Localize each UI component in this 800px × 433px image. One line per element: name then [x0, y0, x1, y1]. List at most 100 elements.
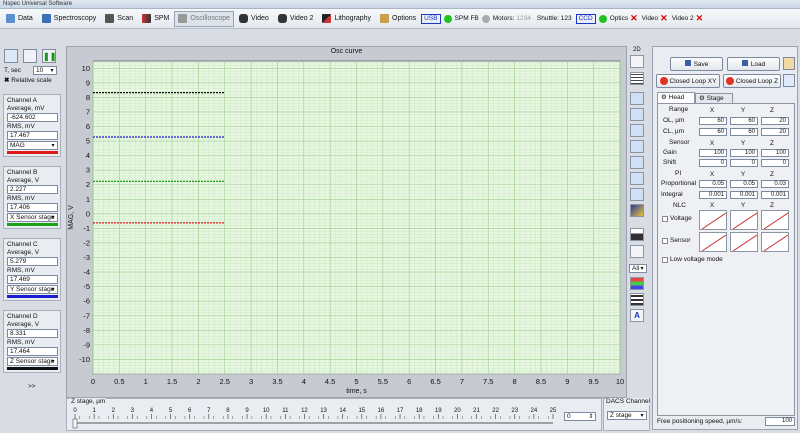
- sensor-z-curve[interactable]: [761, 232, 789, 252]
- options-button[interactable]: Options: [376, 11, 420, 27]
- average-value: 8.331: [7, 329, 58, 338]
- x-tick-label: 4: [302, 377, 306, 386]
- y-tick-label: 8: [86, 93, 90, 102]
- z-tick-label: 17: [397, 408, 404, 414]
- palette-tool-button[interactable]: [630, 277, 644, 290]
- z-tick-label: 4: [150, 408, 154, 414]
- ol-y-input[interactable]: 60: [730, 117, 758, 125]
- fit-y-tool-button[interactable]: [630, 172, 644, 185]
- cl-x-input[interactable]: 60: [699, 128, 727, 136]
- col-z-header: Z: [770, 107, 774, 114]
- cl-z-input[interactable]: 20: [761, 128, 789, 136]
- spm-icon: [142, 14, 152, 23]
- t-sec-select[interactable]: 10 ▾: [33, 66, 57, 75]
- settings-icon-button[interactable]: [783, 57, 795, 70]
- channel-source-select[interactable]: X Sensor stage ▾: [7, 213, 58, 222]
- proportional-y-input[interactable]: 0.05: [730, 180, 758, 188]
- sensor-section-label: Sensor: [669, 139, 690, 146]
- gain-y-input[interactable]: 100: [730, 149, 758, 157]
- proportional-z-input[interactable]: 0.03: [761, 180, 789, 188]
- integral-x-input[interactable]: 0.001: [699, 191, 727, 199]
- pan-tool-button[interactable]: [630, 140, 644, 153]
- y-tick-label: 2: [86, 180, 90, 189]
- pause-button[interactable]: ❚❚: [42, 49, 56, 63]
- ol-z-input[interactable]: 20: [761, 117, 789, 125]
- spectroscopy-icon: [41, 14, 51, 23]
- voltage-checkbox[interactable]: [662, 216, 668, 222]
- fit-x-tool-button[interactable]: [630, 156, 644, 169]
- z-tick-label: 5: [169, 408, 173, 414]
- tab-stage[interactable]: ⚙ Stage: [695, 93, 733, 103]
- osc-curve-chart[interactable]: 0 0.5 1 1.5 2 2.5 3 3.5 4 4.5 5 5.5 6 6.5 7 7.5 8 8.5 9 9.5…: [67, 57, 626, 397]
- channel-source-select[interactable]: Z Sensor stage ▾: [7, 357, 58, 366]
- spectroscopy-button[interactable]: Spectroscopy: [38, 11, 100, 27]
- save-button[interactable]: Save: [670, 57, 723, 71]
- closed-loop-z-button[interactable]: Closed Loop Z: [723, 74, 781, 88]
- sensor-checkbox[interactable]: [662, 238, 668, 244]
- video2-button[interactable]: Video 2: [274, 11, 318, 27]
- reset-zoom-button[interactable]: [630, 188, 644, 201]
- sensor-x-curve[interactable]: [699, 232, 727, 252]
- z-stage-spinbox[interactable]: 0 ⇕: [564, 412, 596, 421]
- gain-z-input[interactable]: 100: [761, 149, 789, 157]
- video-button[interactable]: Video: [235, 11, 273, 27]
- load-button[interactable]: Load: [727, 57, 780, 71]
- text-tool-button[interactable]: A: [630, 309, 644, 322]
- data-button[interactable]: Data: [2, 11, 37, 27]
- integral-z-input[interactable]: 0.001: [761, 191, 789, 199]
- oscilloscope-button[interactable]: Oscilloscope: [174, 10, 235, 27]
- expand-button[interactable]: >>: [28, 383, 36, 390]
- zoom-x-tool-button[interactable]: [630, 108, 644, 121]
- z-stage-slider[interactable]: 0 1 2 3 4 5 6 7 8 9 10 11 12 13 14 15 16 17 18 19 20 21 22 23 24…: [69, 405, 559, 431]
- closed-loop-xy-button[interactable]: Closed Loop XY: [656, 74, 720, 88]
- integral-y-input[interactable]: 0.001: [730, 191, 758, 199]
- channel-source-select[interactable]: Y Sensor stage ▾: [7, 285, 58, 294]
- shift-x-input[interactable]: 0: [699, 159, 727, 167]
- plot-title: Osc curve: [330, 48, 363, 55]
- channel-title: Channel D: [7, 313, 38, 320]
- shift-y-input[interactable]: 0: [730, 159, 758, 167]
- average-value: 5.279: [7, 257, 58, 266]
- grid-tool-button[interactable]: [630, 72, 644, 85]
- gain-x-input[interactable]: 100: [699, 149, 727, 157]
- free-speed-input[interactable]: 100: [765, 417, 795, 426]
- proportional-x-input[interactable]: 0.05: [699, 180, 727, 188]
- motors-value: 1234: [516, 15, 531, 22]
- channel-color-bar: [7, 367, 58, 370]
- channel-c-box: Channel C Average, V 5.279 RMS, mV 17.46…: [3, 238, 61, 301]
- voltage-y-curve[interactable]: [730, 210, 758, 230]
- line-tool-button[interactable]: [630, 55, 644, 68]
- shift-z-input[interactable]: 0: [761, 159, 789, 167]
- col-x-header: X: [709, 171, 715, 178]
- info-tool-button[interactable]: [630, 245, 644, 258]
- voltage-x-curve[interactable]: [699, 210, 727, 230]
- tab-head[interactable]: ⚙ Head: [657, 92, 695, 103]
- video2-error-icon: ✕: [695, 13, 704, 23]
- chevron-down-icon: ▾: [51, 287, 55, 293]
- channel-source-select[interactable]: MAG ▾: [7, 141, 58, 150]
- y-tick-label: -6: [83, 297, 90, 306]
- video-error-icon: ✕: [660, 13, 668, 23]
- z-tick-label: 11: [282, 408, 289, 414]
- range-select[interactable]: All ▾: [629, 264, 647, 273]
- window-button[interactable]: [23, 49, 37, 63]
- low-voltage-checkbox[interactable]: [662, 257, 668, 263]
- chart-icon-button[interactable]: [783, 74, 795, 87]
- cl-y-input[interactable]: 60: [730, 128, 758, 136]
- dacs-select[interactable]: Z stage ▾: [607, 411, 647, 420]
- image-tool-button[interactable]: [630, 228, 644, 241]
- color-tool-button[interactable]: [630, 204, 644, 217]
- relative-scale-checkbox[interactable]: ✖ Relative scale: [4, 77, 52, 85]
- ol-x-input[interactable]: 60: [699, 117, 727, 125]
- zoom-tool-button[interactable]: [630, 92, 644, 105]
- voltage-z-curve[interactable]: [761, 210, 789, 230]
- sensor-y-curve[interactable]: [730, 232, 758, 252]
- z-tick-label: 10: [263, 408, 270, 414]
- lithography-icon: [322, 14, 332, 23]
- zoom-y-tool-button[interactable]: [630, 124, 644, 137]
- lithography-button[interactable]: Lithography: [318, 11, 375, 27]
- spm-button[interactable]: SPM: [138, 11, 173, 27]
- table-tool-button[interactable]: [630, 293, 644, 306]
- open-folder-button[interactable]: [4, 49, 18, 63]
- scan-button[interactable]: Scan: [101, 11, 137, 27]
